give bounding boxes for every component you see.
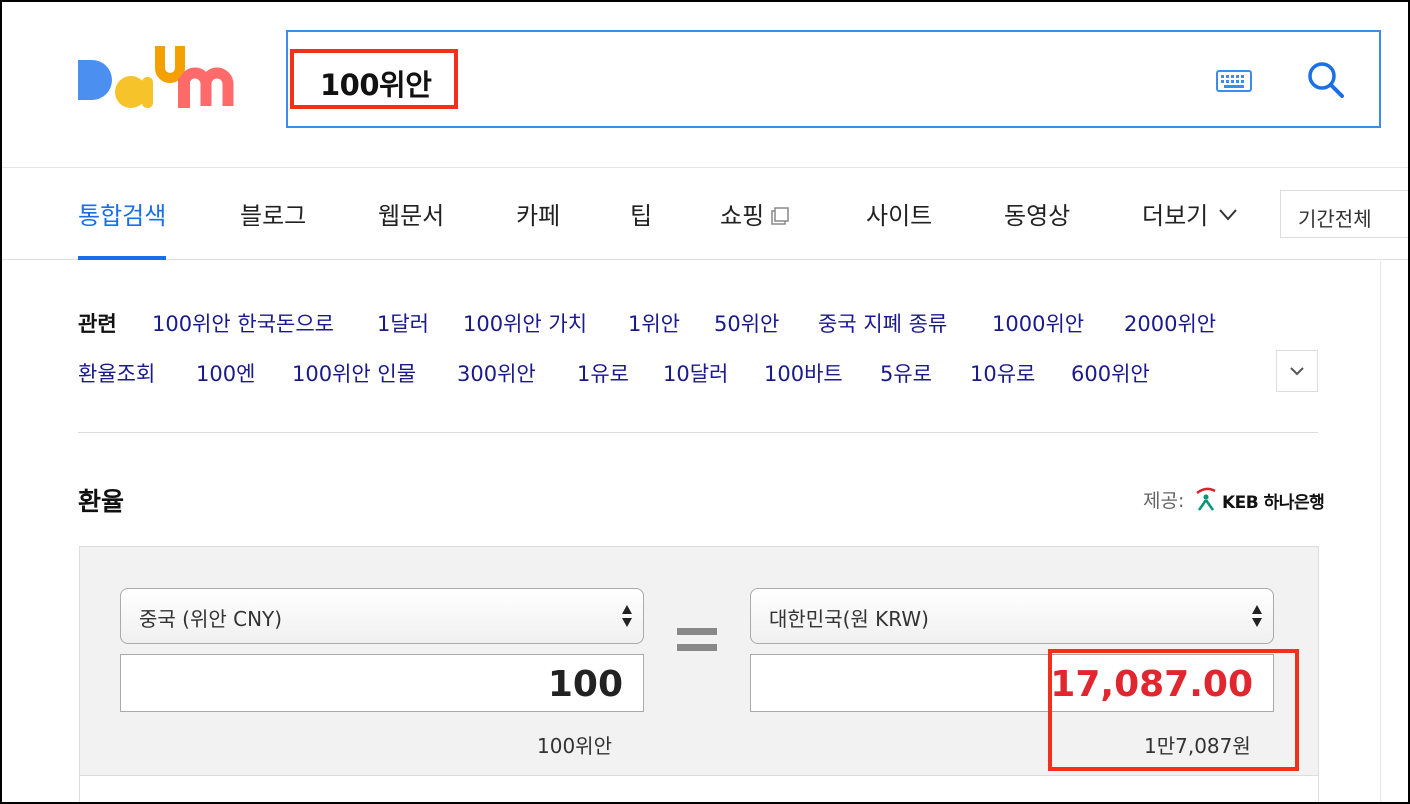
tab-cafe[interactable]: 카페 <box>516 196 560 260</box>
related-link[interactable]: 2000위안 <box>1124 308 1216 338</box>
from-amount-text: 100위안 <box>537 734 612 758</box>
chevron-down-icon <box>1219 209 1237 221</box>
search-input[interactable]: 100위안 <box>320 62 432 104</box>
related-link[interactable]: 300위안 <box>457 358 536 388</box>
tab-video[interactable]: 동영상 <box>1004 196 1070 260</box>
to-amount-text: 1만7,087원 <box>1144 734 1251 758</box>
tab-web[interactable]: 웹문서 <box>378 196 444 260</box>
keyboard-icon[interactable] <box>1216 70 1252 92</box>
from-currency-label: 중국 (위안 CNY) <box>139 607 283 631</box>
section-divider <box>78 432 1318 433</box>
external-window-icon <box>771 207 789 225</box>
provider-label: 제공: <box>1143 490 1185 512</box>
to-currency-select[interactable]: 대한민국(원 KRW) <box>750 588 1274 644</box>
related-link[interactable]: 1000위안 <box>992 308 1084 338</box>
related-link[interactable]: 환율조회 <box>78 358 155 388</box>
side-divider <box>1380 262 1381 804</box>
related-link[interactable]: 1달러 <box>377 308 429 338</box>
tab-shopping-label: 쇼핑 <box>720 202 765 230</box>
tab-integrated[interactable]: 통합검색 <box>78 196 167 260</box>
related-link[interactable]: 50위안 <box>714 308 779 338</box>
select-arrows-icon <box>1252 605 1262 627</box>
from-currency-select[interactable]: 중국 (위안 CNY) <box>120 588 644 644</box>
search-icon[interactable] <box>1306 60 1346 100</box>
related-link[interactable]: 100바트 <box>764 358 843 388</box>
tab-blog[interactable]: 블로그 <box>240 196 306 260</box>
search-box[interactable]: 100위안 <box>286 30 1381 128</box>
daum-logo[interactable] <box>76 44 248 116</box>
related-link[interactable]: 중국 지폐 종류 <box>818 308 947 338</box>
equals-icon <box>677 628 717 651</box>
related-link[interactable]: 10달러 <box>663 358 728 388</box>
related-link[interactable]: 10유로 <box>970 358 1035 388</box>
chevron-down-icon <box>1290 367 1304 376</box>
tab-shopping[interactable]: 쇼핑 <box>720 196 790 260</box>
related-link[interactable]: 100위안 가치 <box>463 308 587 338</box>
tab-more-label: 더보기 <box>1142 202 1209 230</box>
period-select[interactable]: 기간전체 <box>1280 190 1410 238</box>
exchange-title: 환율 <box>78 487 125 516</box>
select-arrows-icon <box>622 605 632 627</box>
to-currency-label: 대한민국(원 KRW) <box>769 607 929 631</box>
related-link[interactable]: 600위안 <box>1071 358 1150 388</box>
tab-site[interactable]: 사이트 <box>866 196 932 260</box>
related-expand-button[interactable] <box>1276 350 1318 392</box>
search-tabs: 통합검색 블로그 웹문서 카페 팁 쇼핑 사이트 동영상 더보기 기간전체 <box>0 168 1410 260</box>
provider-name: KEB 하나은행 <box>1222 493 1325 513</box>
keb-hana-logo-icon <box>1196 487 1216 511</box>
tab-more[interactable]: 더보기 <box>1142 196 1238 260</box>
related-label: 관련 <box>78 312 117 336</box>
related-link[interactable]: 100위안 인물 <box>292 358 416 388</box>
related-link[interactable]: 1유로 <box>577 358 629 388</box>
to-amount-output[interactable]: 17,087.00 <box>750 654 1274 712</box>
related-link[interactable]: 1위안 <box>628 308 680 338</box>
header: 100위안 <box>0 0 1410 168</box>
related-link[interactable]: 100엔 <box>196 358 255 388</box>
related-link[interactable]: 100위안 한국돈으로 <box>152 308 334 338</box>
related-link[interactable]: 5유로 <box>880 358 932 388</box>
from-amount-input[interactable]: 100 <box>120 654 644 712</box>
tab-tip[interactable]: 팁 <box>630 196 652 260</box>
exchange-footer <box>79 776 1319 804</box>
